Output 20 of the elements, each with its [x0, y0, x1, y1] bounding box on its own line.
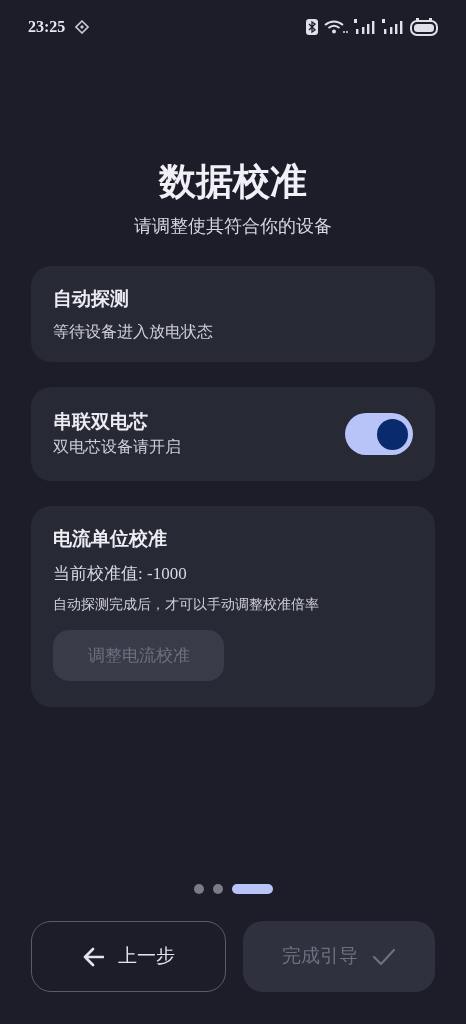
card-title: 自动探测 [53, 287, 130, 311]
page-title: 数据校准 [159, 160, 307, 204]
bluetooth-icon [306, 19, 318, 35]
diamond-icon [75, 20, 90, 34]
back-button[interactable]: 上一步 [31, 921, 226, 992]
battery-icon [410, 18, 438, 36]
wifi-icon [324, 20, 348, 34]
card-title: 电流单位校准 [53, 527, 168, 551]
card-description: 双电芯设备请开启 [53, 437, 181, 457]
signal-icon [382, 19, 404, 35]
page-subtitle: 请调整使其符合你的设备 [134, 215, 332, 238]
toggle-switch[interactable] [345, 413, 413, 455]
arrow-left-icon [81, 946, 104, 967]
signal-icon [354, 19, 376, 35]
card-note: 自动探测完成后，才可以手动调整校准倍率 [53, 596, 320, 614]
calibration-value: 当前校准值: -1000 [53, 563, 188, 585]
status-time: 23:25 [28, 17, 66, 37]
card-title: 串联双电芯 [53, 410, 149, 434]
check-icon [371, 947, 396, 966]
card-description: 等待设备进入放电状态 [53, 322, 214, 342]
